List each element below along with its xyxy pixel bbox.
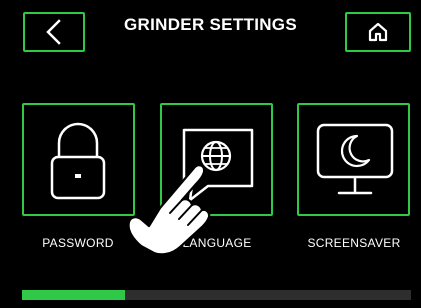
home-button[interactable]: [345, 12, 411, 52]
moon-monitor-icon: [316, 123, 394, 195]
settings-screen: GRINDER SETTINGS PASSWORD LANGUAGE SCREE…: [0, 0, 421, 308]
pointing-hand-icon: [127, 164, 211, 256]
page-progress-fill: [22, 290, 126, 300]
page-progress-track: [22, 290, 411, 300]
password-tile[interactable]: [22, 103, 135, 216]
home-icon: [368, 22, 388, 42]
screensaver-tile[interactable]: [297, 103, 410, 216]
lock-icon: [50, 122, 106, 200]
screensaver-label: SCREENSAVER: [307, 236, 401, 250]
